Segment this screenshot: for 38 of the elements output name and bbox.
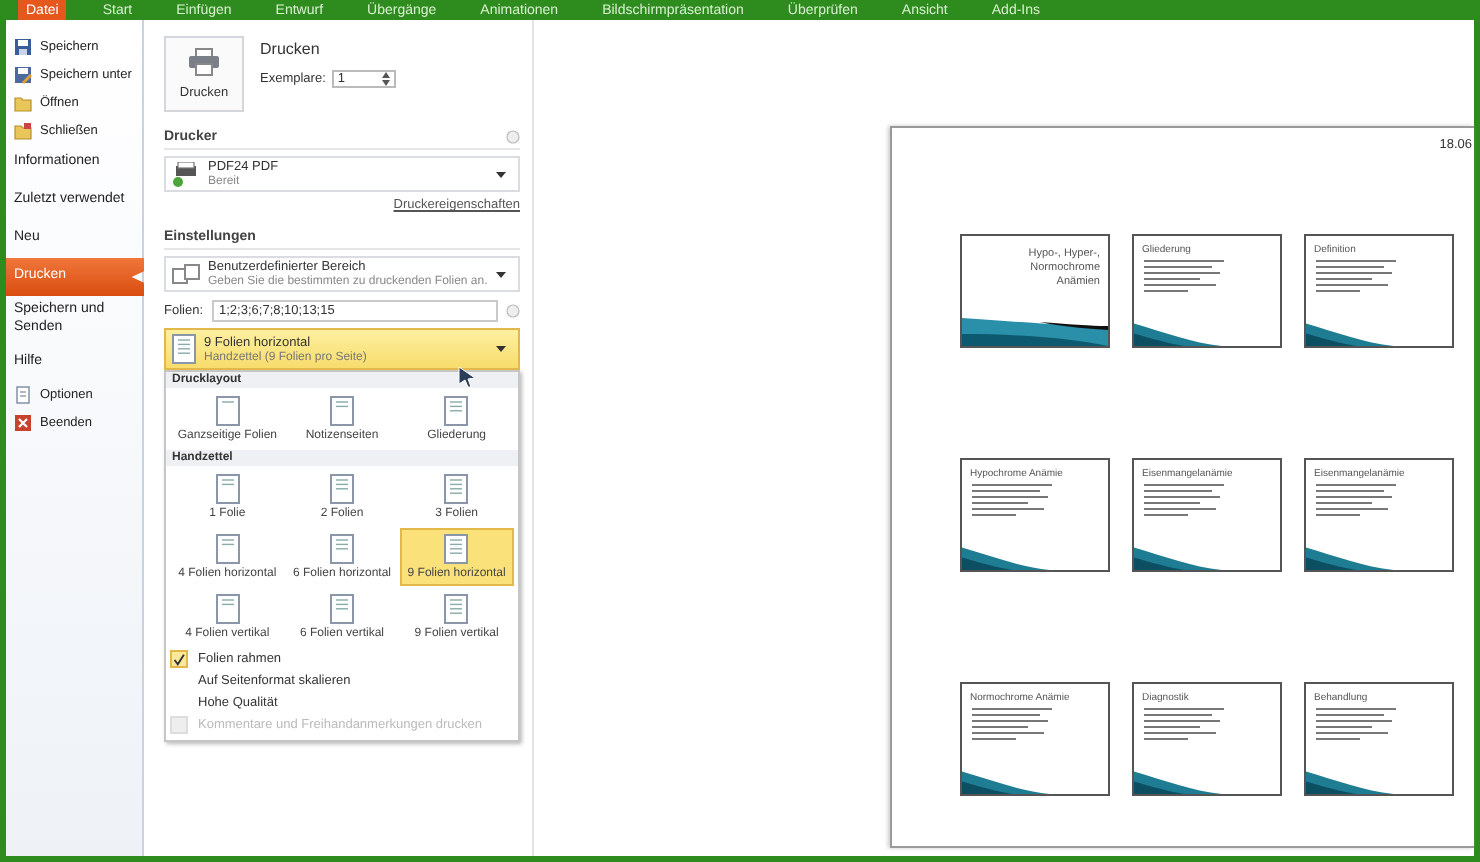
printer-icon — [188, 48, 220, 76]
page-icon — [329, 594, 354, 624]
page-icon — [172, 334, 196, 364]
printer-icon — [172, 161, 200, 187]
swoosh-drawing — [1306, 766, 1394, 794]
swoosh-drawing — [1134, 318, 1222, 346]
swoosh-drawing — [1134, 766, 1222, 794]
exit-icon — [14, 414, 32, 432]
page-icon — [444, 534, 469, 564]
page-icon — [215, 396, 240, 426]
folder-icon — [14, 93, 32, 111]
save-icon — [14, 37, 32, 55]
page-icon — [329, 474, 354, 504]
folder-icon — [14, 121, 32, 139]
caret-icon — [496, 271, 506, 277]
page-icon — [329, 396, 354, 426]
section-title: Drucken — [260, 40, 322, 58]
swoosh-drawing — [1306, 542, 1394, 570]
save-as-icon — [14, 65, 32, 83]
swoosh-drawing — [1134, 542, 1222, 570]
spinner-arrows-icon — [381, 72, 390, 86]
page-icon — [215, 474, 240, 504]
page-icon — [215, 594, 240, 624]
caret-icon — [496, 171, 506, 177]
caret-icon — [496, 346, 506, 352]
info-icon[interactable] — [506, 304, 520, 318]
page-icon — [329, 534, 354, 564]
info-icon[interactable] — [506, 130, 520, 144]
page-icon — [444, 594, 469, 624]
swoosh-drawing — [962, 766, 1050, 794]
checkbox[interactable] — [170, 650, 188, 668]
page-icon — [215, 534, 240, 564]
page-icon — [444, 474, 469, 504]
swoosh-drawing — [1306, 318, 1394, 346]
pages-icon — [172, 264, 200, 284]
page-icon — [444, 396, 469, 426]
swoosh-drawing — [962, 542, 1050, 570]
document-icon — [14, 386, 32, 404]
